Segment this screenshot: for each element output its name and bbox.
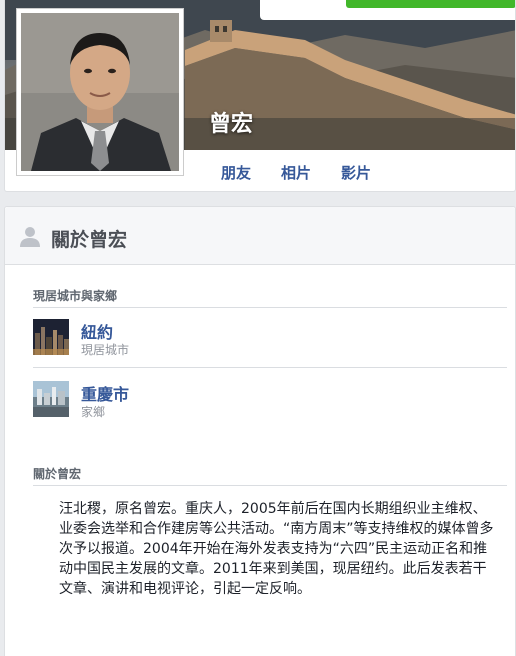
profile-picture[interactable] <box>16 8 184 176</box>
about-header: 關於曾宏 <box>5 207 515 265</box>
tab-videos[interactable]: 影片 <box>341 162 387 183</box>
add-friend-button[interactable] <box>346 0 515 8</box>
divider <box>33 485 507 486</box>
place-type-label: 現居城市 <box>81 343 130 357</box>
place-hometown: 重慶市 家鄉 <box>33 381 507 433</box>
avatar <box>21 13 179 171</box>
divider <box>33 367 507 368</box>
bio-text: 汪北稷，原名曾宏。重庆人，2005年前后在国内长期组织业主维权、业委会选举和合作… <box>59 501 494 597</box>
person-icon <box>20 227 40 247</box>
tab-friends[interactable]: 朋友 <box>221 162 267 183</box>
tab-photos[interactable]: 相片 <box>281 162 327 183</box>
bio-section-label: 關於曾宏 <box>33 467 82 481</box>
place-name-new-york[interactable]: 紐約 <box>81 319 113 343</box>
place-name-chongqing[interactable]: 重慶市 <box>81 381 129 405</box>
place-type-label: 家鄉 <box>81 405 106 419</box>
profile-nav: 朋友 相片 影片 <box>221 162 401 183</box>
profile-name[interactable]: 曾宏 <box>209 106 253 138</box>
about-section: 關於曾宏 現居城市與家鄉 紐約 現居城市 重慶市 家鄉 關於曾宏 汪北稷，原名曾… <box>4 206 516 656</box>
place-current-city: 紐約 現居城市 <box>33 319 507 371</box>
divider <box>33 307 507 308</box>
chongqing-thumbnail-icon[interactable] <box>33 381 69 417</box>
header-action-area <box>260 0 515 20</box>
places-section-label: 現居城市與家鄉 <box>33 289 118 303</box>
about-title: 關於曾宏 <box>51 229 128 251</box>
new-york-thumbnail-icon[interactable] <box>33 319 69 355</box>
